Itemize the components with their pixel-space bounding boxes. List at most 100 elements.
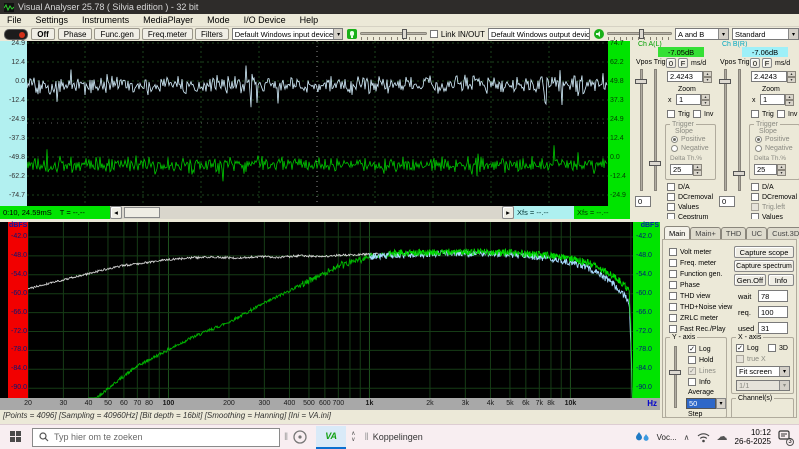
thd-noise-view-checkbox[interactable]: THD+Noise view [669,303,732,311]
scroll-left-button[interactable]: ◂ [110,206,122,219]
zoom-spin-a-spinner[interactable]: ▴▾ [701,94,710,105]
func-gen-button[interactable]: Func.gen [94,28,139,40]
menu-mediaplayer[interactable]: MediaPlayer [136,14,200,27]
menu-file[interactable]: File [0,14,29,27]
time-div-spin-b-value[interactable]: 2.4243 [751,71,787,82]
time-div-spin-a[interactable]: 2.4243▴▾ [667,71,712,82]
visual-analyser-taskbar-button[interactable]: VA [316,426,346,449]
zoom-spin-b-value[interactable]: 1 [760,94,785,105]
checkbox-box[interactable] [669,303,677,311]
checkbox-box[interactable] [751,183,759,191]
output-speaker-icon[interactable] [593,28,604,40]
spin-down-icon[interactable]: ▾ [701,100,710,106]
time-div-spin-b[interactable]: 2.4243▴▾ [751,71,796,82]
hidden-icons-chevron[interactable]: ∧ [684,433,690,442]
tray-app-icon[interactable] [292,429,308,445]
capture-spectrum-button[interactable]: Capture spectrum [734,260,794,272]
checkbox-box[interactable] [669,259,677,267]
values-checkbox-a[interactable]: Values [667,203,699,211]
tab-uc[interactable]: UC [746,227,767,239]
x-log-checkbox[interactable]: Log [736,344,759,352]
zrlc-meter-checkbox[interactable]: ZRLC meter [669,314,718,322]
checkbox-box[interactable] [667,213,675,219]
delta-spin-a-value[interactable]: 25 [670,164,693,175]
off-button[interactable]: Off [31,28,55,40]
menu-help[interactable]: Help [293,14,326,27]
dcremoval-checkbox-a[interactable]: DCremoval [667,193,713,201]
filters-button[interactable]: Filters [195,28,229,40]
volt-meter-checkbox[interactable]: Volt meter [669,248,712,256]
output-device-combo[interactable]: Default Windows output devic▾ [488,28,590,40]
channel-select-combo[interactable]: A and B▾ [675,28,729,40]
input-volume-slider[interactable] [360,28,427,40]
spin-down-icon[interactable]: ▾ [787,77,796,83]
menu-mode[interactable]: Mode [200,14,237,27]
time-div-spin-a-value[interactable]: 2.4243 [667,71,703,82]
d-a-checkbox-a[interactable]: D/A [667,183,690,191]
spin-down-icon[interactable]: ▾ [703,77,712,83]
time-div-spin-a-spinner[interactable]: ▴▾ [703,71,712,82]
delta-spin-a-spinner[interactable]: ▴▾ [693,164,702,175]
input-device-combo[interactable]: Default Windows input device▾ [232,28,343,40]
vpos-slider-b-handle[interactable] [719,79,731,84]
trig-level-slider-a[interactable] [648,69,662,191]
checkbox-box[interactable] [669,314,677,322]
scope-scrollbar-thumb[interactable] [124,207,160,218]
checkbox-box[interactable] [667,203,675,211]
offset-field-a[interactable]: 0 [635,196,651,207]
dropdown-arrow-icon[interactable]: ▾ [716,398,726,409]
tab-cust-3d[interactable]: Cust.3D [767,227,799,239]
combo-arrow-icon[interactable]: ▾ [788,29,798,39]
delta-spin-b[interactable]: 25▴▾ [754,164,786,175]
y-info-checkbox[interactable]: Info [688,378,711,386]
fast-rec-play-checkbox[interactable]: Fast Rec./Play [669,325,726,333]
chevron-down-icon[interactable]: ∨ [351,437,355,443]
freq-meter-checkbox[interactable]: Freq. meter [669,259,716,267]
function-gen--checkbox[interactable]: Function gen. [669,270,722,278]
links-toolbar-label[interactable]: Koppelingen [373,432,423,442]
zoom-spin-a[interactable]: 1▴▾ [676,94,710,105]
checkbox-box[interactable] [777,110,785,118]
info-button[interactable]: Info [768,274,794,286]
delta-spin-a[interactable]: 25▴▾ [670,164,702,175]
scroll-right-button[interactable]: ▸ [502,206,514,219]
power-toggle[interactable] [4,29,28,40]
link-inout-checkbox[interactable]: Link IN/OUT [430,30,485,39]
start-button[interactable] [0,431,32,443]
trig-checkbox-b[interactable]: Trig [751,110,774,118]
zoom-spin-b-spinner[interactable]: ▴▾ [785,94,794,105]
checkbox-box[interactable] [669,325,677,333]
capture-scope-button[interactable]: Capture scope [734,246,794,258]
tab-thd[interactable]: THD [721,227,746,239]
scope-scrollbar-track[interactable] [122,206,502,219]
checkbox-box[interactable] [669,292,677,300]
mode-combo[interactable]: Standard▾ [732,28,799,40]
wifi-icon[interactable] [697,432,710,443]
taskbar-scroll-arrows[interactable]: ∧∨ [346,431,360,443]
y-scale-slider[interactable] [668,346,682,408]
zoom-spin-b[interactable]: 1▴▾ [760,94,794,105]
vpos-slider-b[interactable] [718,69,732,191]
spin-down-icon[interactable]: ▾ [785,100,794,106]
trig-level-slider-b-handle[interactable] [733,171,745,176]
menu-instruments[interactable]: Instruments [75,14,136,27]
time-div-spin-b-spinner[interactable]: ▴▾ [787,71,796,82]
taskbar-clock[interactable]: 10:12 26-6-2025 [735,428,771,446]
tab-main[interactable]: Main [664,226,690,239]
checkbox-box[interactable] [669,270,677,278]
spin-down-icon[interactable]: ▾ [693,170,702,176]
y-hold-checkbox[interactable]: Hold [688,356,713,364]
vpos-slider-a-handle[interactable] [635,79,647,84]
gen-off-button[interactable]: Gen.Off [734,274,766,286]
f-button[interactable]: F [762,58,772,68]
y-log-checkbox[interactable]: Log [688,345,711,353]
trig-level-slider-b[interactable] [732,69,746,191]
fit-screen-combo[interactable]: Fit screen▾ [736,366,790,377]
taskbar-search-input[interactable]: Typ hier om te zoeken [32,428,280,447]
freq-meter-button[interactable]: Freq.meter [142,28,193,40]
dcremoval-checkbox-b[interactable]: DCremoval [751,193,797,201]
output-volume-slider[interactable] [607,28,672,40]
zero-button[interactable]: 0 [750,58,760,68]
checkbox-box[interactable] [669,281,677,289]
average-dropdown[interactable]: 50 ▾ [686,398,726,409]
